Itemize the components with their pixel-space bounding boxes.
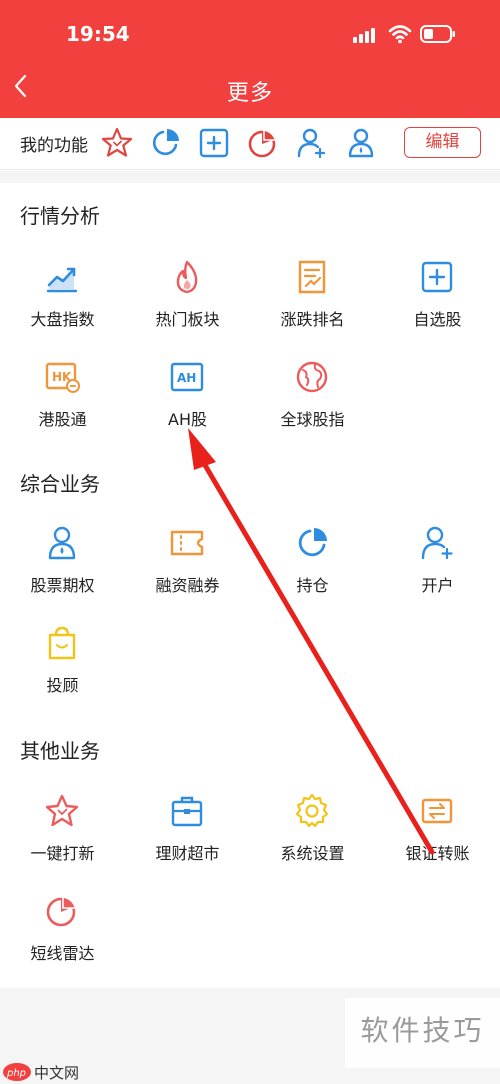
trend-chart-icon bbox=[46, 267, 78, 293]
signal-icon bbox=[353, 27, 381, 43]
grid-item-label: 投顾 bbox=[46, 676, 79, 695]
grid-item-positions[interactable]: 持仓 bbox=[250, 524, 375, 614]
grid-item-short-radar[interactable]: 短线雷达 bbox=[0, 892, 125, 982]
user-drop-icon[interactable] bbox=[344, 126, 378, 160]
grid-item-settings[interactable]: 系统设置 bbox=[250, 792, 375, 882]
grid-item-bank-transfer[interactable]: 银证转账 bbox=[375, 792, 500, 882]
globe-icon bbox=[296, 361, 328, 393]
grid-item-hot-sectors[interactable]: 热门板块 bbox=[125, 258, 250, 348]
pie-icon[interactable] bbox=[148, 126, 182, 160]
page-title: 更多 bbox=[226, 81, 273, 106]
status-time: 19:54 bbox=[66, 22, 130, 46]
my-functions-bar: 我的功能 编辑 bbox=[0, 118, 500, 170]
grid-item-label: 自选股 bbox=[413, 310, 462, 329]
grid-item-global-index[interactable]: 全球股指 bbox=[250, 358, 375, 448]
grid-item-label: 系统设置 bbox=[280, 844, 345, 863]
svg-text:php: php bbox=[6, 1068, 26, 1079]
grid-item-stock-options[interactable]: 股票期权 bbox=[0, 524, 125, 614]
radar-icon[interactable] bbox=[246, 126, 280, 160]
grid-item-label: 股票期权 bbox=[30, 576, 95, 595]
user-drop-icon bbox=[48, 526, 76, 560]
grid-item-advisory[interactable]: 投顾 bbox=[0, 624, 125, 714]
user-plus-icon[interactable] bbox=[295, 126, 329, 160]
grid-item-label: AH股 bbox=[168, 410, 207, 429]
ranking-doc-icon bbox=[298, 260, 326, 294]
grid-item-label: 大盘指数 bbox=[30, 310, 95, 329]
hk-icon: HK bbox=[45, 362, 80, 393]
radar-icon bbox=[46, 896, 76, 927]
transfer-icon bbox=[421, 798, 453, 824]
watermark-text: 软件技巧 bbox=[345, 998, 500, 1068]
ah-icon: AH bbox=[170, 362, 204, 392]
grid-item-ipo-subscribe[interactable]: 一键打新 bbox=[0, 792, 125, 882]
ticket-icon bbox=[170, 530, 204, 556]
flame-icon bbox=[176, 260, 198, 294]
grid-item-label: 涨跌排名 bbox=[280, 310, 345, 329]
grid-item-ranking[interactable]: 涨跌排名 bbox=[250, 258, 375, 348]
grid-item-label: 短线雷达 bbox=[30, 944, 95, 963]
grid-item-label: 银证转账 bbox=[405, 844, 470, 863]
watermark-left-text: 中文网 bbox=[34, 1064, 80, 1082]
user-plus-icon bbox=[421, 526, 453, 560]
star-icon[interactable] bbox=[100, 126, 134, 160]
my-functions-label: 我的功能 bbox=[20, 136, 88, 156]
pie-icon bbox=[298, 528, 327, 557]
grid-item-label: 理财超市 bbox=[155, 844, 220, 863]
plus-square-icon[interactable] bbox=[197, 126, 231, 160]
grid-item-hk-connect[interactable]: HK 港股通 bbox=[0, 358, 125, 448]
section-title-other: 其他业务 bbox=[20, 739, 100, 763]
grid-item-ah-shares[interactable]: AH AH股 bbox=[125, 358, 250, 448]
gear-icon bbox=[295, 793, 329, 828]
section-divider bbox=[0, 171, 500, 183]
grid-item-open-account[interactable]: 开户 bbox=[375, 524, 500, 614]
app-header: 19:54 更多 bbox=[0, 0, 500, 118]
section-title-services: 综合业务 bbox=[20, 472, 100, 496]
grid-item-label: 开户 bbox=[421, 576, 454, 595]
grid-item-label: 融资融券 bbox=[155, 576, 220, 595]
star-icon bbox=[45, 794, 79, 827]
grid-item-label: 一键打新 bbox=[30, 844, 95, 863]
php-logo-icon: php bbox=[3, 1063, 31, 1081]
briefcase-icon bbox=[171, 796, 203, 827]
grid-item-label: 港股通 bbox=[38, 410, 87, 429]
plus-square-icon bbox=[421, 261, 453, 293]
grid-item-market-index[interactable]: 大盘指数 bbox=[0, 258, 125, 348]
section-title-market: 行情分析 bbox=[20, 204, 100, 228]
edit-button[interactable]: 编辑 bbox=[404, 127, 481, 158]
svg-text:AH: AH bbox=[177, 371, 196, 385]
grid-item-watchlist[interactable]: 自选股 bbox=[375, 258, 500, 348]
php-watermark: php 中文网 bbox=[0, 1060, 100, 1084]
grid-item-margin-trading[interactable]: 融资融券 bbox=[125, 524, 250, 614]
wifi-icon bbox=[388, 25, 412, 44]
grid-item-label: 全球股指 bbox=[280, 410, 345, 429]
grid-item-label: 持仓 bbox=[296, 576, 329, 595]
grid-item-wealth-market[interactable]: 理财超市 bbox=[125, 792, 250, 882]
battery-icon bbox=[420, 25, 455, 43]
grid-item-label: 热门板块 bbox=[155, 310, 220, 329]
bag-icon bbox=[48, 626, 76, 660]
